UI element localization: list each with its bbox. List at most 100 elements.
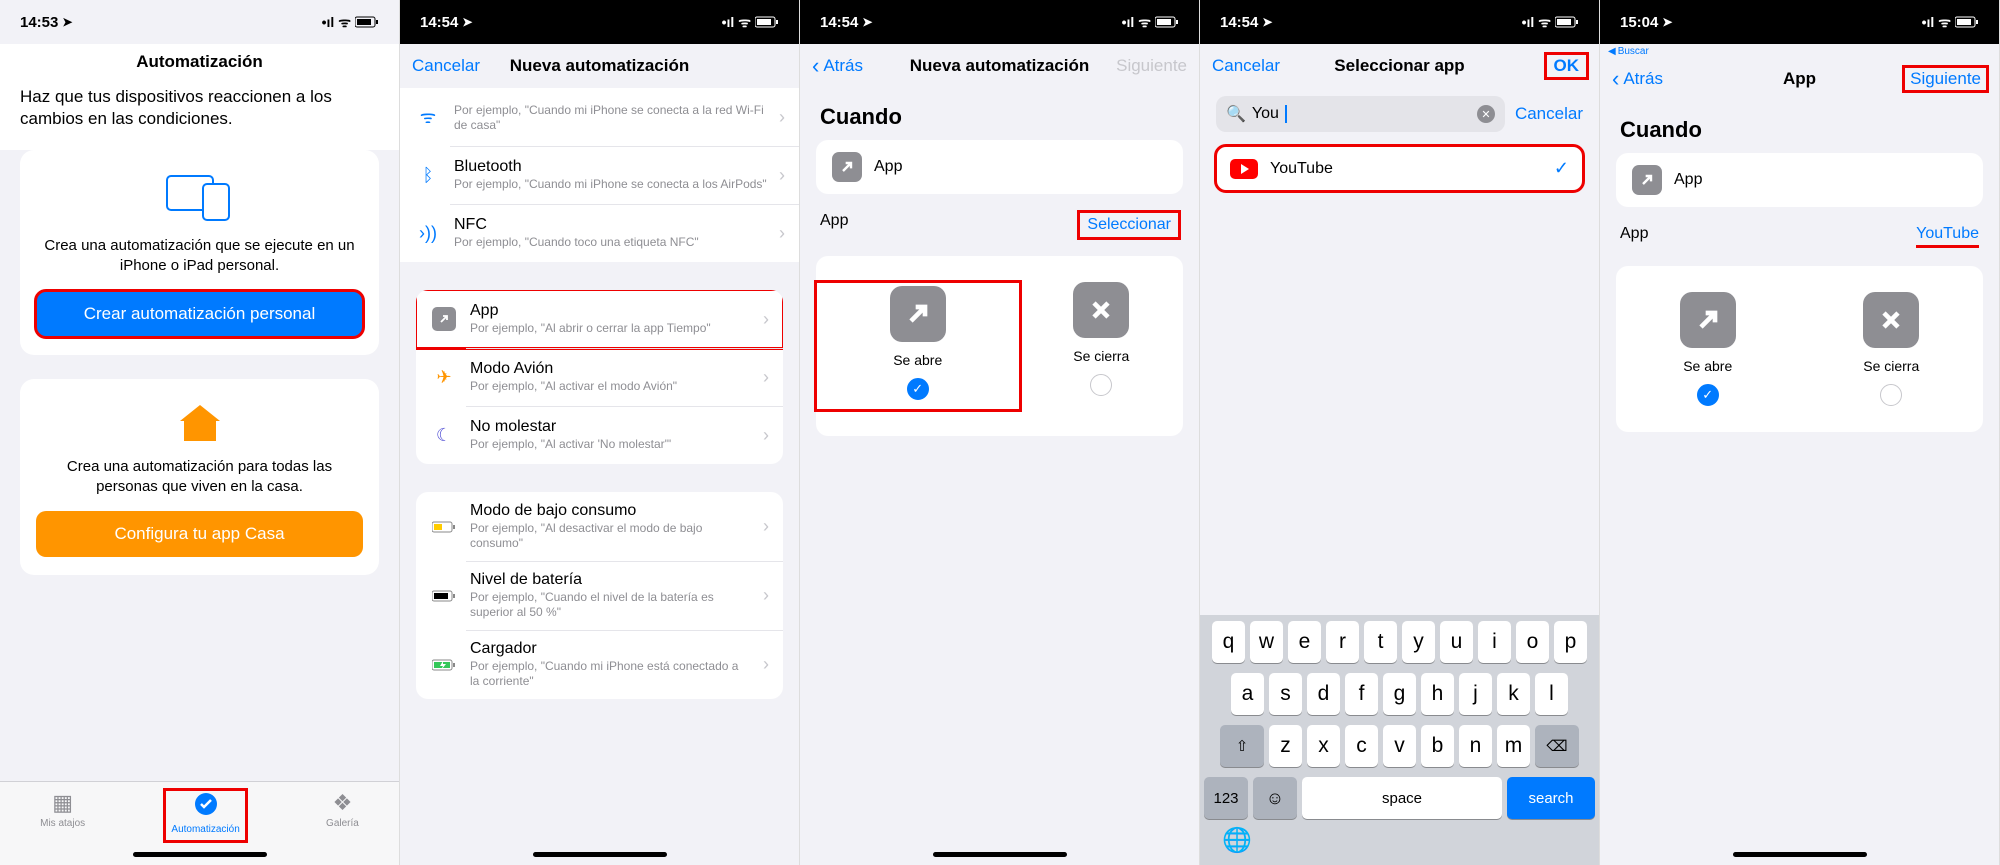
radio-checked[interactable]: ✓ bbox=[907, 378, 929, 400]
low-power-icon bbox=[430, 521, 458, 533]
key-m[interactable]: m bbox=[1497, 725, 1530, 767]
nav-bar: Cancelar Seleccionar app OK bbox=[1200, 44, 1599, 88]
devices-icon bbox=[36, 174, 363, 222]
key-o[interactable]: o bbox=[1516, 621, 1549, 663]
status-icons: •ıl ᯤ bbox=[322, 13, 379, 32]
option-opens[interactable]: Se abre ✓ bbox=[816, 282, 1020, 410]
back-button[interactable]: ‹Atrás bbox=[1612, 66, 1702, 92]
trigger-app[interactable]: AppPor ejemplo, "Al abrir o cerrar la ap… bbox=[416, 290, 783, 348]
key-j[interactable]: j bbox=[1459, 673, 1492, 715]
delete-key[interactable]: ⌫ bbox=[1535, 725, 1579, 767]
key-e[interactable]: e bbox=[1288, 621, 1321, 663]
tab-gallery[interactable]: ❖Galería bbox=[326, 790, 359, 829]
key-p[interactable]: p bbox=[1554, 621, 1587, 663]
battery-icon bbox=[430, 590, 458, 602]
trigger-bluetooth[interactable]: ᛒBluetoothPor ejemplo, "Cuando mi iPhone… bbox=[400, 146, 799, 204]
next-button[interactable]: Siguiente bbox=[1904, 67, 1987, 91]
search-result-youtube[interactable]: YouTube ✓ bbox=[1216, 146, 1583, 191]
nav-bar: ‹Atrás Nueva automatización Siguiente bbox=[800, 44, 1199, 88]
status-bar: 14:54➤ •ıl ᯤ bbox=[400, 0, 799, 44]
key-d[interactable]: d bbox=[1307, 673, 1340, 715]
globe-key[interactable]: 🌐 bbox=[1222, 826, 1252, 855]
key-s[interactable]: s bbox=[1269, 673, 1302, 715]
ok-button[interactable]: OK bbox=[1546, 54, 1588, 78]
search-input[interactable]: 🔍 You ✕ bbox=[1216, 96, 1505, 132]
key-k[interactable]: k bbox=[1497, 673, 1530, 715]
emoji-key[interactable]: ☺ bbox=[1253, 777, 1297, 819]
trigger-airplane[interactable]: ✈Modo AviónPor ejemplo, "Al activar el m… bbox=[416, 348, 783, 406]
selected-app-value: YouTube bbox=[1916, 225, 1979, 248]
numbers-key[interactable]: 123 bbox=[1204, 777, 1248, 819]
open-icon bbox=[1680, 292, 1736, 348]
trigger-charger[interactable]: CargadorPor ejemplo, "Cuando mi iPhone e… bbox=[416, 630, 783, 699]
page-subtitle: Haz que tus dispositivos reaccionen a lo… bbox=[0, 76, 399, 150]
key-v[interactable]: v bbox=[1383, 725, 1416, 767]
app-trigger-chip: App bbox=[816, 140, 1183, 194]
next-button: Siguiente bbox=[1097, 56, 1187, 76]
key-w[interactable]: w bbox=[1250, 621, 1283, 663]
space-key[interactable]: space bbox=[1302, 777, 1502, 819]
home-icon bbox=[36, 403, 363, 443]
key-n[interactable]: n bbox=[1459, 725, 1492, 767]
when-heading: Cuando bbox=[800, 88, 1199, 140]
key-z[interactable]: z bbox=[1269, 725, 1302, 767]
key-g[interactable]: g bbox=[1383, 673, 1416, 715]
key-x[interactable]: x bbox=[1307, 725, 1340, 767]
close-icon bbox=[1073, 282, 1129, 338]
key-y[interactable]: y bbox=[1402, 621, 1435, 663]
key-r[interactable]: r bbox=[1326, 621, 1359, 663]
clear-icon[interactable]: ✕ bbox=[1477, 105, 1495, 123]
back-to-search[interactable]: ◀ Buscar bbox=[1600, 44, 1999, 57]
nav-title: App bbox=[1702, 69, 1897, 89]
option-opens[interactable]: Se abre ✓ bbox=[1616, 292, 1800, 406]
tab-shortcuts[interactable]: ▦Mis atajos bbox=[40, 790, 85, 829]
page-title: Automatización bbox=[0, 44, 399, 76]
key-a[interactable]: a bbox=[1231, 673, 1264, 715]
home-indicator bbox=[933, 852, 1067, 857]
key-q[interactable]: q bbox=[1212, 621, 1245, 663]
create-personal-automation-button[interactable]: Crear automatización personal bbox=[36, 291, 363, 337]
cancel-button[interactable]: Cancelar bbox=[412, 56, 502, 76]
search-icon: 🔍 bbox=[1226, 104, 1246, 124]
charger-icon bbox=[430, 659, 458, 671]
youtube-icon bbox=[1230, 159, 1258, 179]
key-i[interactable]: i bbox=[1478, 621, 1511, 663]
checkmark-icon: ✓ bbox=[1554, 158, 1569, 179]
search-key[interactable]: search bbox=[1507, 777, 1595, 819]
select-app-button[interactable]: Seleccionar bbox=[1079, 212, 1179, 238]
radio-unchecked[interactable] bbox=[1880, 384, 1902, 406]
shift-key[interactable]: ⇧ bbox=[1220, 725, 1264, 767]
app-icon bbox=[430, 307, 458, 331]
back-button[interactable]: ‹Atrás bbox=[812, 53, 902, 79]
trigger-low-power[interactable]: Modo de bajo consumoPor ejemplo, "Al des… bbox=[416, 492, 783, 561]
home-indicator bbox=[133, 852, 267, 857]
app-selected-row[interactable]: App YouTube bbox=[1600, 207, 1999, 266]
trigger-battery[interactable]: Nivel de bateríaPor ejemplo, "Cuando el … bbox=[416, 561, 783, 630]
tab-automation[interactable]: Automatización bbox=[165, 790, 245, 841]
key-u[interactable]: u bbox=[1440, 621, 1473, 663]
key-c[interactable]: c bbox=[1345, 725, 1378, 767]
radio-checked[interactable]: ✓ bbox=[1697, 384, 1719, 406]
trigger-nfc[interactable]: ›))NFCPor ejemplo, "Cuando toco una etiq… bbox=[400, 204, 799, 262]
key-t[interactable]: t bbox=[1364, 621, 1397, 663]
radio-unchecked[interactable] bbox=[1090, 374, 1112, 396]
nav-title: Nueva automatización bbox=[502, 56, 697, 76]
key-l[interactable]: l bbox=[1535, 673, 1568, 715]
key-h[interactable]: h bbox=[1421, 673, 1454, 715]
key-b[interactable]: b bbox=[1421, 725, 1454, 767]
configure-home-button[interactable]: Configura tu app Casa bbox=[36, 511, 363, 557]
open-close-options: Se abre ✓ Se cierra bbox=[1616, 266, 1983, 432]
nfc-icon: ›)) bbox=[414, 223, 442, 244]
trigger-dnd[interactable]: ☾No molestarPor ejemplo, "Al activar 'No… bbox=[416, 406, 783, 464]
app-icon bbox=[1632, 165, 1662, 195]
cancel-button[interactable]: Cancelar bbox=[1212, 56, 1302, 76]
open-close-options: Se abre ✓ Se cierra bbox=[816, 256, 1183, 436]
when-heading: Cuando bbox=[1600, 101, 1999, 153]
trigger-wifi[interactable]: ᯤPor ejemplo, "Cuando mi iPhone se conec… bbox=[400, 88, 799, 146]
close-icon bbox=[1863, 292, 1919, 348]
option-closes[interactable]: Se cierra bbox=[1800, 292, 1984, 406]
option-closes[interactable]: Se cierra bbox=[1020, 282, 1184, 410]
key-f[interactable]: f bbox=[1345, 673, 1378, 715]
airplane-icon: ✈ bbox=[430, 367, 458, 388]
cancel-search-button[interactable]: Cancelar bbox=[1515, 104, 1583, 124]
